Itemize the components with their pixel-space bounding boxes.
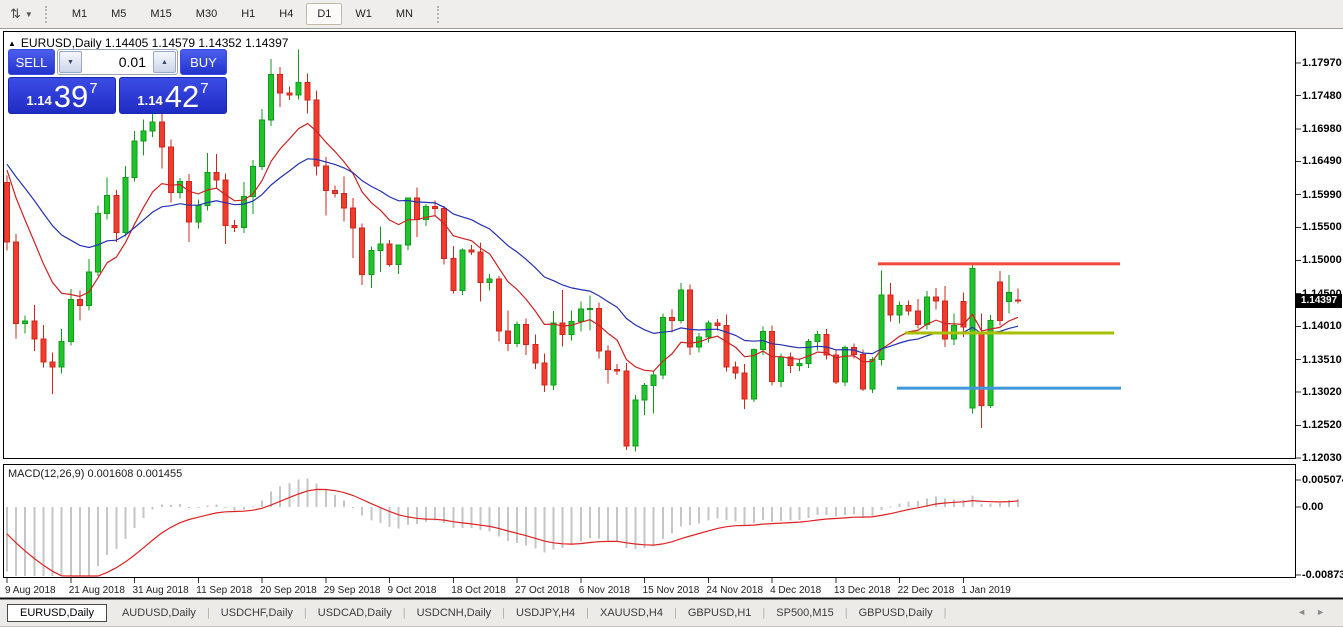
tab-usdjpy-h4[interactable]: USDJPY,H4 [506,604,585,622]
toolbar-grip-2 [437,6,443,23]
collapse-chart-arrow-icon[interactable]: ▲ [8,39,16,48]
timeframe-button-M15[interactable]: M15 [139,3,182,25]
tab-separator: | [403,607,406,619]
macd-pane [4,465,1296,578]
tab-separator: | [944,607,947,619]
lot-size-control: ▼ 0.01 ▲ [57,49,178,75]
chevron-down-icon: ▼ [25,10,33,19]
tab-usdchf-daily[interactable]: USDCHF,Daily [211,604,303,622]
tab-separator: | [674,607,677,619]
tab-scroll-left-icon[interactable]: ◄ [1297,607,1316,617]
tab-usdcad-daily[interactable]: USDCAD,Daily [308,604,402,622]
tab-separator: | [207,607,210,619]
timeframe-button-M5[interactable]: M5 [100,3,137,25]
arrows-icon: ⇅ [10,6,21,22]
timeframe-button-H4[interactable]: H4 [268,3,304,25]
sell-price-box[interactable]: 1.14 39 7 [8,77,116,114]
timeframe-button-M30[interactable]: M30 [185,3,228,25]
buy-price-main: 42 [165,82,199,111]
one-click-trade-panel: SELL ▼ 0.01 ▲ BUY 1.14 39 7 1.14 42 7 [8,49,227,114]
tab-scroll-right-icon[interactable]: ► [1316,607,1335,617]
lot-size-value[interactable]: 0.01 [83,50,152,74]
caret-down-icon: ▼ [67,59,74,66]
buy-price-box[interactable]: 1.14 42 7 [119,77,227,114]
toolbar-grip [45,6,51,23]
lot-increase-button[interactable]: ▲ [153,51,176,73]
tab-separator: | [762,607,765,619]
tab-separator: | [304,607,307,619]
timeframe-toolbar: M1M5M15M30H1H4D1W1MN [60,3,425,25]
buy-price-pip: 7 [200,80,208,97]
timeframe-button-W1[interactable]: W1 [344,3,383,25]
hline-support-blue[interactable] [897,387,1121,390]
tab-separator: | [502,607,505,619]
hline-level-olive[interactable] [905,331,1114,334]
timeframe-button-MN[interactable]: MN [385,3,424,25]
macd-indicator-label: MACD(12,26,9) 0.001608 0.001455 [8,468,182,480]
chart-title: ▲ EURUSD,Daily 1.14405 1.14579 1.14352 1.… [8,36,288,50]
tab-separator: | [845,607,848,619]
tab-gbpusd-h1[interactable]: GBPUSD,H1 [678,604,762,622]
timeframe-button-D1[interactable]: D1 [306,3,342,25]
caret-up-icon: ▲ [161,59,168,66]
sell-price-prefix: 1.14 [26,93,51,108]
tab-sp500-m15[interactable]: SP500,M15 [766,604,843,622]
chart-symbol-title: EURUSD,Daily 1.14405 1.14579 1.14352 1.1… [21,36,289,50]
tab-usdcnh-daily[interactable]: USDCNH,Daily [407,604,502,622]
lot-decrease-button[interactable]: ▼ [59,51,82,73]
timeframe-button-H1[interactable]: H1 [230,3,266,25]
timeframe-button-M1[interactable]: M1 [61,3,98,25]
chart-shift-button[interactable]: ⇅ ▼ [10,6,33,22]
tab-separator: | [586,607,589,619]
tab-gbpusd-daily[interactable]: GBPUSD,Daily [849,604,943,622]
chart-tab-bar: EURUSD,DailyAUDUSD,Daily|USDCHF,Daily|US… [0,600,1343,627]
sell-price-pip: 7 [89,80,97,97]
tab-scroll-arrows: ◄► [1297,607,1335,617]
sell-button[interactable]: SELL [8,49,55,75]
chart-tabs: EURUSD,DailyAUDUSD,Daily|USDCHF,Daily|US… [7,604,947,622]
sell-price-main: 39 [54,82,88,111]
hline-resistance-red[interactable] [878,262,1120,265]
buy-button[interactable]: BUY [180,49,227,75]
top-toolbar: ⇅ ▼ M1M5M15M30H1H4D1W1MN [0,0,1343,29]
buy-price-prefix: 1.14 [137,93,162,108]
current-price-badge: 1.14397 [1296,294,1342,308]
tab-audusd-daily[interactable]: AUDUSD,Daily [112,604,206,622]
tab-xauusd-h4[interactable]: XAUUSD,H4 [590,604,673,622]
tab-eurusd-daily[interactable]: EURUSD,Daily [7,604,107,622]
mt4-window: { "toolbar": { "chart_shift_icon": "arro… [0,0,1343,627]
